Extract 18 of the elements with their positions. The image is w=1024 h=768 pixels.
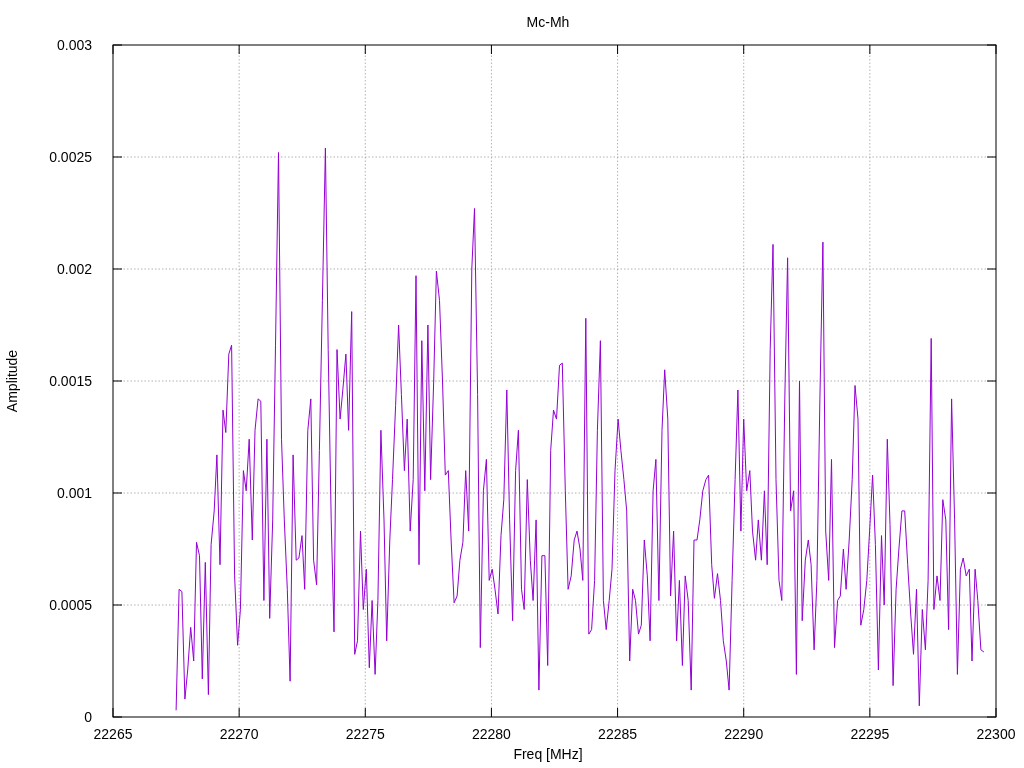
tick-label: 0.001 xyxy=(56,485,92,501)
tick-label: 0 xyxy=(84,709,92,725)
tick-label: 22275 xyxy=(345,726,385,742)
tick-label: 22290 xyxy=(724,726,764,742)
axis-label: Freq [MHz] xyxy=(513,746,583,762)
tick-label: 22300 xyxy=(976,726,1016,742)
chart-title: Mc-Mh xyxy=(526,14,570,30)
tick-label: 22280 xyxy=(471,726,511,742)
axis-label: Amplitude xyxy=(4,349,20,413)
tick-label: 0.002 xyxy=(56,261,92,277)
tick-label: 22285 xyxy=(598,726,638,742)
tick-label: 0.0015 xyxy=(49,373,92,389)
tick-label: 22295 xyxy=(850,726,890,742)
tick-label: 22265 xyxy=(93,726,133,742)
tick-label: 0.0005 xyxy=(49,597,92,613)
tick-label: 22270 xyxy=(219,726,259,742)
tick-label: 0.0025 xyxy=(49,149,92,165)
tick-label: 0.003 xyxy=(56,37,92,53)
